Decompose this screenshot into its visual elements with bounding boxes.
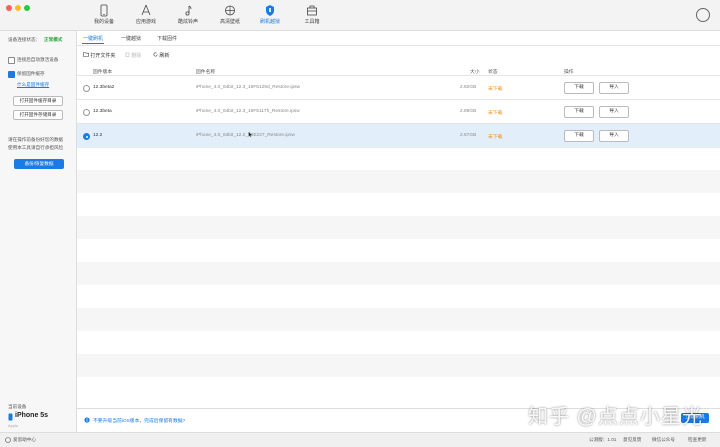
delete-label: 删除 (131, 53, 142, 59)
minimize-window-button[interactable] (15, 5, 21, 11)
trash-icon (125, 52, 130, 57)
import-button[interactable]: 导入 (599, 106, 629, 118)
backup-warning-line1: 请在操作前备份好您的数据 (8, 137, 64, 142)
cell-status: 未下载 (488, 87, 503, 92)
open-folder-label: 打开文件夹 (90, 53, 116, 59)
import-button[interactable]: 导入 (599, 82, 629, 94)
device-status-label: 设备连接状态： (8, 37, 41, 42)
nav-ringtones[interactable]: 酷炫铃声 (168, 4, 208, 25)
header-size: 大小 (470, 70, 480, 75)
flower-icon (225, 5, 235, 16)
nav-my-device[interactable]: 我的设备 (84, 4, 124, 25)
cell-name: iPhone_4.0_64bit_12.2_16E227_Restore.ips… (196, 133, 295, 138)
nav-label: 酷炫铃声 (177, 19, 198, 25)
iphone-icon (8, 413, 13, 421)
folder-icon (83, 52, 89, 57)
apps-icon (141, 4, 151, 16)
sidebar: 设备连接状态： 正常模式 连接后自动激活设备 保留固件缓存 什么是固件缓存 打开… (0, 31, 77, 432)
download-button[interactable]: 下载 (564, 106, 594, 118)
nav-label: 工具箱 (304, 19, 320, 25)
cell-version: 12.3beta (93, 109, 112, 114)
cell-status: 未下载 (488, 111, 503, 116)
refresh-label: 刷新 (159, 53, 170, 59)
zoom-window-button[interactable] (24, 5, 30, 11)
table-row-selected[interactable]: 12.2 iPhone_4.0_64bit_12.2_16E227_Restor… (77, 123, 720, 148)
nav-label: 高清壁纸 (219, 19, 240, 25)
backup-restore-button[interactable]: 备份/恢复数据 (14, 159, 64, 169)
open-folder-button[interactable]: 打开文件夹 (83, 52, 115, 59)
flash-notice-checkbox-label[interactable]: 不要升级当前iOS版本，完成后保留有数据? (93, 417, 185, 424)
cell-name: iPhone_4.0_64bit_12.3_16F5117h_Restore.i… (196, 109, 300, 114)
active-tab-indicator (82, 43, 104, 44)
info-icon (84, 417, 90, 423)
row-select-radio[interactable] (83, 109, 90, 116)
cell-size: 2.89GB (460, 109, 477, 114)
row-select-radio[interactable] (83, 133, 90, 140)
cell-size: 2.87GB (460, 133, 477, 138)
nav-wallpapers[interactable]: 高清壁纸 (210, 4, 250, 25)
keep-cache-checkbox[interactable] (8, 71, 15, 78)
tab-download-firmware[interactable]: 下载固件 (157, 35, 177, 42)
music-note-icon (185, 5, 192, 16)
auto-activate-checkbox[interactable] (8, 57, 15, 64)
header-version: 固件版本 (93, 70, 113, 75)
cell-size: 2.82GB (460, 85, 477, 90)
tab-one-click-flash[interactable]: 一键刷机 (83, 35, 103, 42)
device-status-value: 正常模式 (44, 37, 63, 42)
phone-icon (100, 4, 108, 17)
help-center-link[interactable]: 爱思助中心 (13, 437, 36, 443)
cell-name: iPhone_4.0_64bit_12.3_16F5129d_Restore.i… (196, 85, 301, 90)
top-nav-bar: 我的设备 应用游戏 酷炫铃声 高清壁纸 刷机越狱 工具箱 (0, 0, 720, 31)
delete-button[interactable]: 删除 (125, 52, 141, 59)
keep-cache-label: 保留固件缓存 (17, 71, 45, 76)
user-account-icon[interactable] (696, 8, 710, 22)
watermark-text: 知乎 @点点小星光 (528, 406, 703, 428)
check-update-link[interactable]: 检查更新 (688, 437, 706, 443)
main-panel: 一键刷机 一键越狱 下载固件 打开文件夹 删除 刷新 固件版本 固件名称 大小 … (77, 31, 720, 432)
refresh-button[interactable]: 刷新 (153, 52, 169, 59)
status-bar: 爱思助中心 公测版：1.01 意见反馈 微信公众号 检查更新 (0, 432, 720, 447)
shield-icon (266, 5, 274, 16)
feedback-link[interactable]: 意见反馈 (623, 437, 641, 443)
help-circle-icon (5, 437, 11, 443)
device-name: iPhone 5s (15, 412, 49, 419)
tabs-divider (77, 45, 720, 46)
nav-toolbox[interactable]: 工具箱 (292, 4, 332, 25)
version-label: 公测版：1.01 (589, 437, 617, 442)
toolbox-icon (307, 5, 317, 16)
row-select-radio[interactable] (83, 85, 90, 92)
what-is-cache-link[interactable]: 什么是固件缓存 (17, 82, 49, 88)
cell-status: 未下载 (488, 135, 503, 140)
nav-flash-jailbreak[interactable]: 刷机越狱 (250, 4, 290, 25)
close-window-button[interactable] (6, 5, 12, 11)
header-status: 状态 (488, 70, 498, 75)
device-sub: Apple (8, 423, 19, 428)
import-button[interactable]: 导入 (599, 130, 629, 142)
mouse-cursor-icon (248, 131, 253, 138)
nav-apps-games[interactable]: 应用游戏 (126, 4, 166, 25)
tab-one-click-jailbreak[interactable]: 一键越狱 (121, 35, 141, 42)
header-name: 固件名称 (196, 70, 216, 75)
download-button[interactable]: 下载 (564, 130, 594, 142)
wechat-link[interactable]: 微信公众号 (652, 437, 675, 443)
open-storage-dir-button[interactable]: 打开固件存储目录 (13, 110, 63, 120)
backup-warning-line2: 使用本工具请自行承担风险 (8, 145, 64, 150)
table-row[interactable]: 12.3beta2 iPhone_4.0_64bit_12.3_16F5129d… (77, 75, 720, 100)
table-row[interactable]: 12.3beta iPhone_4.0_64bit_12.3_16F5117h_… (77, 99, 720, 124)
auto-activate-label: 连接后自动激活设备 (17, 57, 59, 62)
download-button[interactable]: 下载 (564, 82, 594, 94)
cell-version: 12.2 (93, 133, 103, 138)
header-actions: 操作 (564, 70, 574, 75)
refresh-icon (153, 52, 158, 57)
nav-label: 应用游戏 (135, 19, 156, 25)
current-device-label: 当前设备 (8, 404, 27, 409)
nav-label: 刷机越狱 (259, 19, 280, 25)
nav-label: 我的设备 (93, 19, 114, 25)
cell-version: 12.3beta2 (93, 85, 115, 90)
open-cache-dir-button[interactable]: 打开固件缓存目录 (13, 96, 63, 106)
